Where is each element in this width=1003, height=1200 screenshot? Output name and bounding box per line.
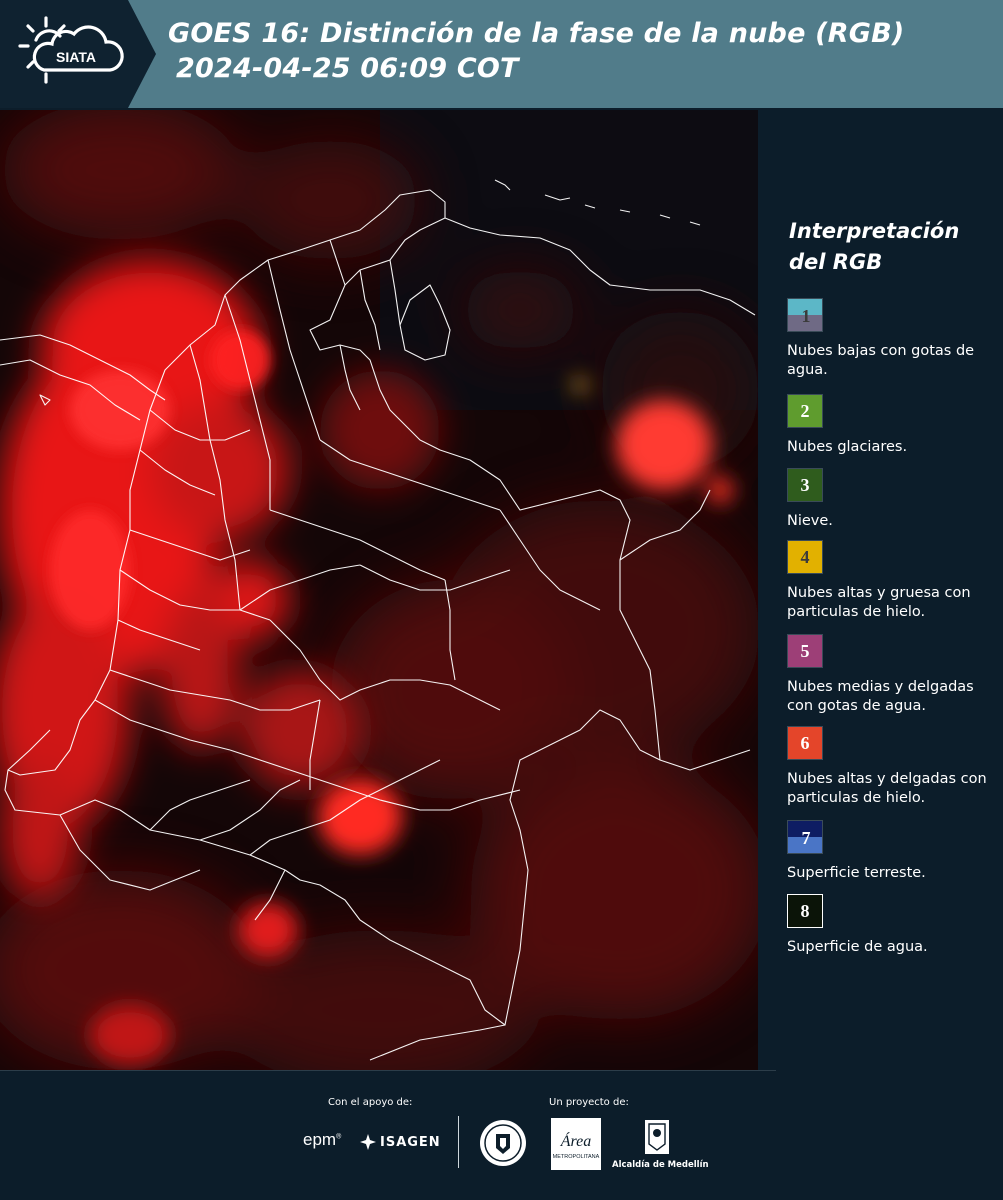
legend-label-1: Nubes bajas con gotas de agua. (787, 343, 975, 378)
legend-label-5: Nubes medias y delgadas con gotas de agu… (787, 679, 974, 714)
university-seal[interactable] (478, 1118, 528, 1168)
page-title: GOES 16: Distinción de la fase de la nub… (168, 16, 904, 86)
alcaldia-medellin-logo[interactable]: Alcaldía de Medellín (612, 1118, 709, 1173)
isagen-star-icon (360, 1134, 376, 1150)
svg-text:METROPOLITANA: METROPOLITANA (553, 1154, 600, 1160)
siata-logo[interactable]: SIATA (16, 14, 126, 94)
legend-item-6: 6 Nubes altas y delgadas con particulas … (787, 726, 1003, 808)
legend-label-3: Nieve. (787, 513, 833, 529)
legend-panel: Interpretación del RGB 1 Nubes bajas con… (760, 110, 1003, 1070)
satellite-map-svg (0, 110, 758, 1070)
legend-item-8: 8 Superficie de agua. (787, 894, 1003, 957)
legend-label-6: Nubes altas y delgadas con particulas de… (787, 771, 987, 806)
title-line-1: GOES 16: Distinción de la fase de la nub… (168, 18, 905, 49)
medellin-crest-icon (645, 1120, 669, 1154)
title-line-2: 2024-04-25 06:09 COT (176, 53, 519, 84)
legend-swatch-3: 3 (787, 468, 823, 502)
legend-item-2: 2 Nubes glaciares. (787, 394, 1003, 457)
logo-block: SIATA (0, 0, 160, 108)
page: SIATA GOES 16: Distinción de la fase de … (0, 0, 1003, 1200)
legend-item-4: 4 Nubes altas y gruesa con particulas de… (787, 540, 1003, 622)
legend-title: Interpretación del RGB (789, 219, 960, 274)
legend-item-5: 5 Nubes medias y delgadas con gotas de a… (787, 634, 1003, 716)
svg-text:Área: Área (560, 1131, 592, 1150)
footer-divider (0, 1070, 776, 1071)
satellite-image (0, 110, 758, 1070)
legend-item-7: 7 Superficie terreste. (787, 820, 1003, 883)
legend-swatch-2: 2 (787, 394, 823, 428)
legend-swatch-7: 7 (787, 820, 823, 854)
footer: Con el apoyo de: Un proyecto de: epm® IS… (0, 1070, 1003, 1200)
support-label: Con el apoyo de: (328, 1097, 413, 1108)
legend-swatch-1: 1 (787, 298, 823, 332)
footer-separator (458, 1116, 459, 1168)
legend-item-1: 1 Nubes bajas con gotas de agua. (787, 298, 1003, 380)
epm-logo[interactable]: epm® (303, 1130, 341, 1150)
university-seal-icon (480, 1120, 526, 1166)
header-bar: SIATA GOES 16: Distinción de la fase de … (0, 0, 1003, 108)
legend-label-4: Nubes altas y gruesa con particulas de h… (787, 585, 971, 620)
legend-swatch-4: 4 (787, 540, 823, 574)
legend-label-8: Superficie de agua. (787, 939, 928, 955)
legend-item-3: 3 Nieve. (787, 468, 1003, 531)
svg-text:SIATA: SIATA (56, 49, 96, 65)
legend-swatch-5: 5 (787, 634, 823, 668)
isagen-logo[interactable]: ISAGEN (360, 1134, 441, 1150)
project-label: Un proyecto de: (549, 1097, 629, 1108)
legend-label-2: Nubes glaciares. (787, 439, 908, 455)
area-metropolitana-logo[interactable]: Área METROPOLITANA (551, 1118, 601, 1170)
sun-cloud-logo-icon: SIATA (18, 16, 124, 84)
legend-label-7: Superficie terreste. (787, 865, 926, 881)
legend-swatch-6: 6 (787, 726, 823, 760)
legend-swatch-8: 8 (787, 894, 823, 928)
